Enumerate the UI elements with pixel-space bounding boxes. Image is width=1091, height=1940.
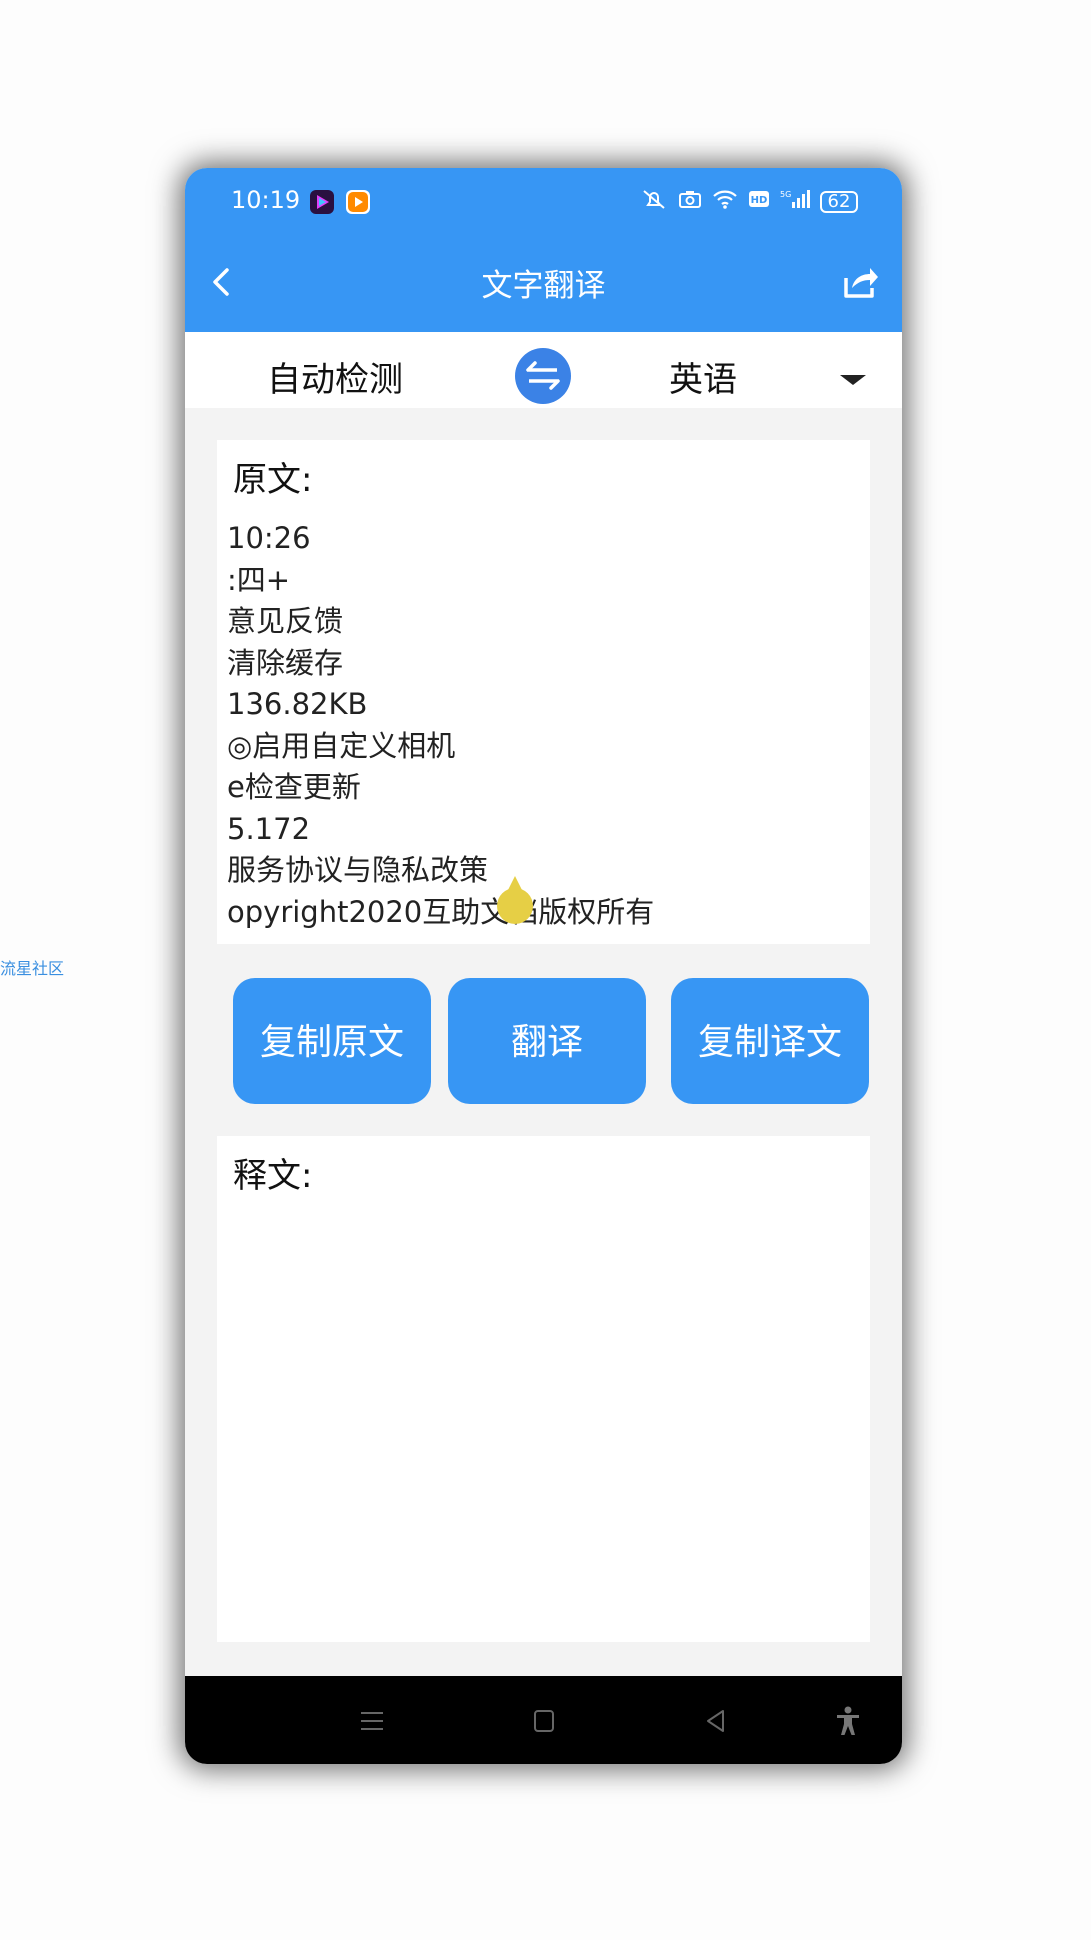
hd-icon: HD <box>748 188 770 215</box>
target-language-selector[interactable]: 英语 <box>669 352 737 401</box>
status-time: 10:19 <box>231 186 301 214</box>
menu-icon <box>361 1712 383 1730</box>
copy-source-button[interactable]: 复制原文 <box>233 978 431 1104</box>
source-line: opyright2020互助文档版权所有 <box>227 894 655 929</box>
share-button[interactable] <box>840 262 880 302</box>
svg-text:HD: HD <box>751 195 768 206</box>
app-bar: 文字翻译 <box>185 232 902 332</box>
swap-arrows-icon <box>526 361 560 390</box>
source-language-selector[interactable]: 自动检测 <box>267 352 403 401</box>
app-video-icon <box>310 190 334 214</box>
source-line: 5.172 <box>227 811 311 846</box>
source-text[interactable]: 10:26 :四+ 意见反馈 清除缓存 136.82KB ◎启用自定义相机 e检… <box>227 518 654 933</box>
copy-translation-button[interactable]: 复制译文 <box>671 978 869 1104</box>
translation-label: 释文: <box>233 1156 313 1196</box>
dropdown-arrow-icon[interactable] <box>840 375 866 385</box>
source-text-area[interactable]: 原文: 10:26 :四+ 意见反馈 清除缓存 136.82KB ◎启用自定义相… <box>217 440 870 944</box>
status-icons: HD 5G 62 <box>640 188 858 215</box>
battery-icon: 62 <box>820 190 858 213</box>
home-nav-button[interactable] <box>527 1704 561 1738</box>
source-label: 原文: <box>233 460 313 500</box>
translation-text-area[interactable]: 释文: <box>217 1136 870 1642</box>
page-title: 文字翻译 <box>481 268 606 304</box>
menu-nav-button[interactable] <box>355 1704 389 1738</box>
source-line: 服务协议与隐私改策 <box>227 853 489 887</box>
source-line: 10:26 <box>227 521 311 555</box>
accessibility-icon <box>837 1706 859 1735</box>
source-line: 136.82KB <box>227 687 368 721</box>
language-bar: 自动检测 英语 <box>185 332 902 408</box>
wifi-icon <box>712 188 738 215</box>
swap-languages-button[interactable] <box>515 348 571 404</box>
accessibility-nav-button[interactable] <box>831 1704 865 1738</box>
phone-screen: 10:19 HD 5G 62 文字翻译 自动检测 英语 原文: 10:26:四… <box>185 168 902 1764</box>
source-line: 清除缓存 <box>227 645 344 680</box>
share-icon <box>844 268 878 298</box>
source-line: :四+ <box>227 562 291 597</box>
system-nav-bar <box>185 1676 902 1764</box>
status-bar: 10:19 HD 5G 62 <box>185 168 902 232</box>
camera-icon <box>678 188 702 215</box>
text-cursor-handle[interactable] <box>497 876 533 924</box>
translate-button[interactable]: 翻译 <box>448 978 646 1104</box>
app-play-icon <box>346 190 370 214</box>
mute-icon <box>640 188 668 215</box>
source-line: 意见反馈 <box>227 604 344 638</box>
source-line: e检查更新 <box>227 770 361 804</box>
home-square-icon <box>534 1710 554 1732</box>
5g-signal-icon: 5G <box>780 188 810 215</box>
watermark-text: 流星社区 <box>0 959 65 978</box>
back-nav-button[interactable] <box>699 1704 733 1738</box>
back-triangle-icon <box>707 1710 724 1732</box>
source-line: ◎启用自定义相机 <box>227 728 456 763</box>
svg-text:5G: 5G <box>780 190 791 199</box>
